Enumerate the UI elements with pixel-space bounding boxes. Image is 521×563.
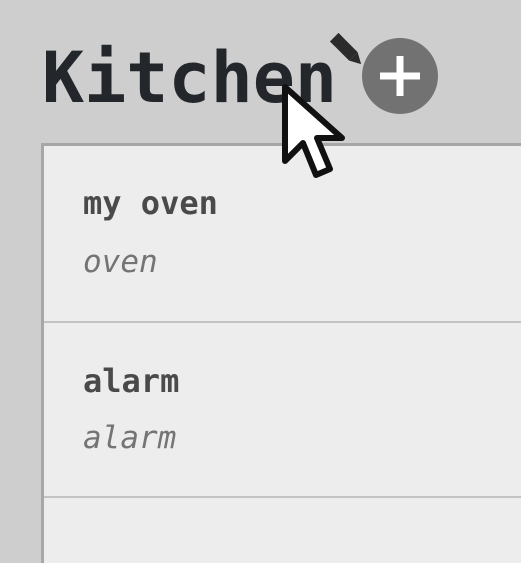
add-device-button[interactable]: [362, 38, 438, 114]
device-list: my oven oven alarm alarm: [41, 143, 521, 563]
device-type: alarm: [83, 420, 177, 456]
device-card[interactable]: my oven oven: [44, 146, 521, 323]
device-name: my oven: [83, 184, 218, 222]
device-name: alarm: [83, 362, 180, 400]
device-card[interactable]: alarm alarm: [44, 323, 521, 498]
room-title: Kitchen: [42, 37, 338, 119]
room-header: Kitchen: [42, 33, 438, 119]
device-type: oven: [83, 244, 158, 280]
plus-icon: [380, 56, 420, 96]
